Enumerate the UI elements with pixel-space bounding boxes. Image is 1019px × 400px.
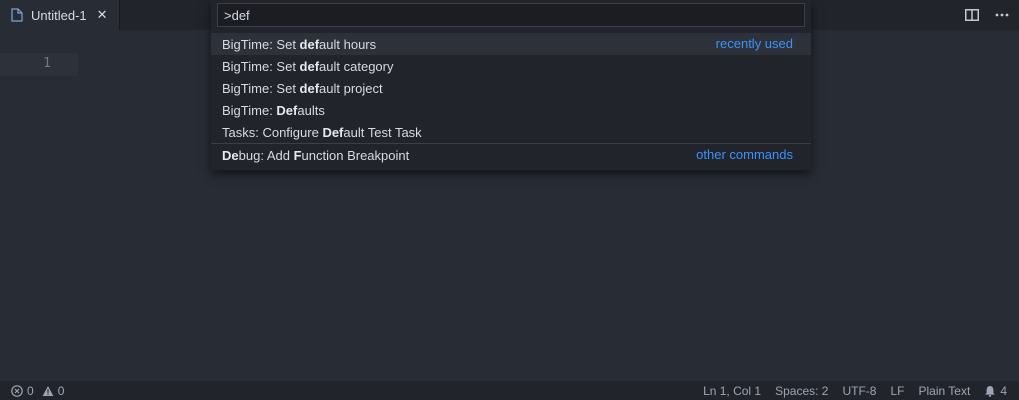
notifications-indicator[interactable]: 4 <box>984 384 1007 398</box>
warning-count: 0 <box>57 383 65 398</box>
current-line-highlight: 1 <box>0 53 78 76</box>
command-palette-input[interactable] <box>217 3 805 27</box>
notification-count: 4 <box>1000 383 1007 398</box>
command-palette-list: BigTime: Set default hours recently used B… <box>211 33 811 167</box>
command-palette-item[interactable]: Debug: Add Function Breakpoint other comm… <box>211 143 811 167</box>
editor-actions <box>963 0 1011 30</box>
encoding-setting[interactable]: UTF-8 <box>842 384 876 398</box>
command-label-part: BigTime: Set <box>222 58 300 74</box>
match-highlight: Def <box>276 102 298 118</box>
command-label-part: aults <box>297 102 325 118</box>
command-label: BigTime: Set default category <box>222 59 393 74</box>
bell-icon <box>985 385 996 397</box>
line-number: 1 <box>43 56 51 71</box>
cursor-position[interactable]: Ln 1, Col 1 <box>703 384 761 398</box>
match-highlight: F <box>293 148 302 163</box>
command-palette-item[interactable]: BigTime: Set default project <box>211 77 811 99</box>
problems-indicator[interactable]: 0 0 <box>11 384 64 398</box>
command-group-label: other commands <box>696 147 793 162</box>
command-palette-item[interactable]: BigTime: Defaults <box>211 99 811 121</box>
command-palette-item[interactable]: BigTime: Set default category <box>211 55 811 77</box>
command-label-part: ault Test Task <box>343 124 422 140</box>
command-palette: BigTime: Set default hoursrecently usedB… <box>211 0 811 170</box>
match-highlight: def <box>299 80 320 96</box>
command-label: BigTime: Set default project <box>222 81 383 96</box>
command-label-part: BigTime: Set <box>222 80 300 96</box>
status-bar: 0 0 Ln 1, Col 1 Spaces: 2 UTF-8 LF Plain… <box>0 381 1019 400</box>
tab-untitled-1[interactable]: Untitled-1 ✕ <box>0 0 120 30</box>
command-palette-item[interactable]: BigTime: Set default hours recently used <box>211 33 811 55</box>
command-label-part: bug: Add <box>238 148 294 163</box>
indentation-setting[interactable]: Spaces: 2 <box>775 384 828 398</box>
error-count: 0 <box>27 383 34 398</box>
match-highlight: De <box>222 148 239 163</box>
language-mode[interactable]: Plain Text <box>919 384 971 398</box>
command-label-part: Tasks: Configure <box>222 124 323 140</box>
error-icon <box>11 384 23 397</box>
command-label: Tasks: Configure Default Test Task <box>222 125 422 140</box>
command-label-part: BigTime: Set <box>222 36 300 52</box>
command-label: Debug: Add Function Breakpoint <box>222 148 409 163</box>
command-group-label: recently used <box>715 36 793 51</box>
command-label-part: ault hours <box>319 36 377 52</box>
command-palette-item[interactable]: Tasks: Configure Default Test Task <box>211 121 811 143</box>
match-highlight: Def <box>322 124 344 140</box>
match-highlight: def <box>299 58 320 74</box>
warning-icon <box>42 385 53 396</box>
tab-title: Untitled-1 <box>31 7 87 23</box>
command-label-part: ault category <box>319 58 394 74</box>
command-label-part: ault project <box>319 80 383 96</box>
eol-setting[interactable]: LF <box>890 384 904 398</box>
more-actions-icon[interactable] <box>993 6 1011 24</box>
command-label: BigTime: Set default hours <box>222 37 376 52</box>
split-editor-icon[interactable] <box>963 6 981 24</box>
command-label-part: BigTime: <box>222 102 277 118</box>
command-label: BigTime: Defaults <box>222 103 325 118</box>
close-icon[interactable]: ✕ <box>97 7 108 23</box>
command-label-part: unction Breakpoint <box>301 148 410 163</box>
match-highlight: def <box>299 36 320 52</box>
file-icon <box>11 8 23 22</box>
